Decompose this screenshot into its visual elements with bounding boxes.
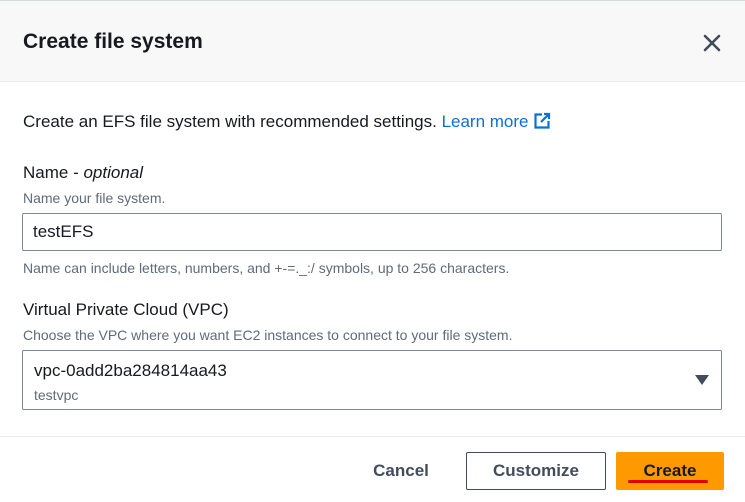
- learn-more-label: Learn more: [441, 112, 529, 131]
- close-icon: [703, 34, 721, 52]
- create-file-system-dialog: Create file system Create an EFS file sy…: [0, 0, 745, 502]
- name-description: Name your file system.: [23, 190, 166, 206]
- close-button[interactable]: [698, 29, 726, 57]
- name-optional-text: optional: [83, 163, 144, 182]
- name-constraint-text: Name can include letters, numbers, and +…: [23, 260, 510, 276]
- name-input[interactable]: [22, 213, 722, 251]
- learn-more-link[interactable]: Learn more: [442, 112, 551, 131]
- name-label: Name - optional: [23, 162, 143, 184]
- intro-text: Create an EFS file system with recommend…: [23, 111, 551, 133]
- vpc-description: Choose the VPC where you want EC2 instan…: [23, 327, 513, 343]
- dialog-header: Create file system: [0, 0, 745, 82]
- customize-button[interactable]: Customize: [466, 452, 606, 490]
- intro-description: Create an EFS file system with recommend…: [23, 112, 442, 131]
- create-button[interactable]: Create: [616, 452, 724, 490]
- dialog-title: Create file system: [23, 30, 203, 53]
- name-label-text: Name -: [23, 163, 84, 182]
- external-link-icon: [533, 112, 550, 129]
- vpc-selected-value: vpc-0add2ba284814aa43: [34, 361, 227, 380]
- vpc-select[interactable]: vpc-0add2ba284814aa43 testvpc: [22, 350, 722, 410]
- cancel-button[interactable]: Cancel: [352, 452, 450, 490]
- vpc-selected-name: testvpc: [34, 387, 79, 403]
- caret-down-icon: [695, 375, 709, 385]
- create-highlight-underline: [628, 480, 708, 483]
- vpc-label: Virtual Private Cloud (VPC): [23, 300, 229, 319]
- dialog-footer: Cancel Customize Create: [0, 436, 745, 502]
